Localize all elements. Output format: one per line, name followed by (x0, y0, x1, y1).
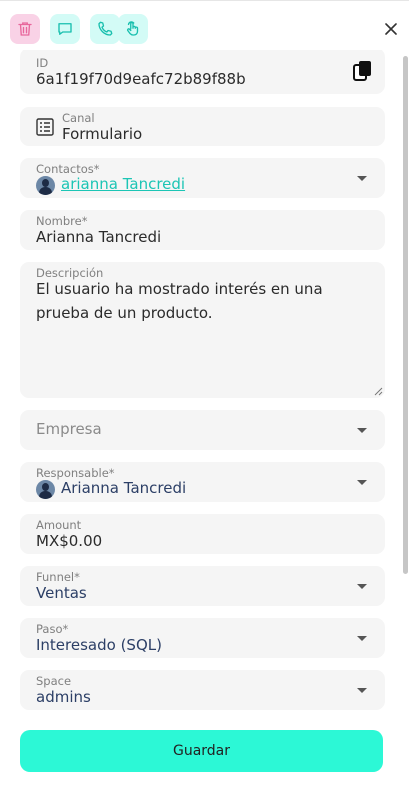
comment-button[interactable] (50, 14, 80, 44)
chevron-down-icon (357, 176, 367, 181)
form-list-icon (36, 118, 54, 136)
nombre-label: Nombre* (36, 214, 88, 228)
paso-value: Interesado (SQL) (36, 636, 162, 654)
save-button[interactable]: Guardar (20, 730, 383, 772)
space-label: Space (36, 674, 72, 688)
amount-label: Amount (36, 518, 82, 532)
space-select[interactable]: Space admins (20, 670, 385, 710)
visit-button[interactable] (118, 14, 148, 44)
delete-button[interactable] (10, 14, 40, 44)
responsable-value: Arianna Tancredi (61, 479, 187, 497)
space-value: admins (36, 688, 91, 706)
call-button[interactable] (90, 14, 120, 44)
descripcion-textarea[interactable]: Descripción El usuario ha mostrado inter… (20, 262, 385, 398)
responsable-select[interactable]: Responsable* Arianna Tancredi (20, 462, 385, 502)
canal-value: Formulario (62, 125, 143, 143)
phone-icon (98, 21, 113, 36)
amount-field[interactable]: Amount MX$0.00 (20, 514, 385, 554)
close-button[interactable] (380, 18, 402, 40)
scrollbar[interactable] (403, 56, 408, 574)
descripcion-line-1: El usuario ha mostrado interés en una (36, 280, 323, 298)
funnel-value: Ventas (36, 584, 87, 602)
responsable-avatar (36, 480, 55, 499)
nombre-value: Arianna Tancredi (36, 228, 162, 246)
form-scroll-area[interactable]: ID 6a1f19f70d9eafc72b89f88b Canal Formul… (0, 50, 409, 710)
empresa-placeholder: Empresa (36, 420, 102, 438)
descripcion-label: Descripción (36, 266, 104, 280)
empresa-select[interactable]: Empresa (20, 410, 385, 450)
paso-label: Paso* (36, 622, 69, 636)
funnel-select[interactable]: Funnel* Ventas (20, 566, 385, 606)
top-divider (0, 0, 409, 5)
trash-icon (18, 22, 32, 36)
hand-pointer-icon (126, 21, 139, 36)
copy-icon (353, 61, 371, 81)
contactos-select[interactable]: Contactos* arianna Tancredi (20, 158, 385, 198)
contact-link[interactable]: arianna Tancredi (61, 175, 185, 193)
chevron-down-icon (357, 480, 367, 485)
chevron-down-icon (357, 636, 367, 641)
chevron-down-icon (357, 428, 367, 433)
resize-handle-icon[interactable] (373, 386, 383, 396)
nombre-field[interactable]: Nombre* Arianna Tancredi (20, 210, 385, 250)
id-field: ID 6a1f19f70d9eafc72b89f88b (20, 50, 385, 94)
canal-field: Canal Formulario (20, 107, 385, 146)
contactos-label: Contactos* (36, 162, 100, 176)
funnel-label: Funnel* (36, 570, 80, 584)
paso-select[interactable]: Paso* Interesado (SQL) (20, 618, 385, 658)
close-icon (385, 23, 397, 35)
responsable-label: Responsable* (36, 466, 115, 480)
chevron-down-icon (357, 584, 367, 589)
id-value: 6a1f19f70d9eafc72b89f88b (36, 70, 246, 88)
action-toolbar (10, 14, 148, 44)
copy-id-button[interactable] (352, 59, 374, 83)
chevron-down-icon (357, 688, 367, 693)
chat-icon (58, 23, 72, 35)
id-label: ID (36, 56, 49, 70)
contact-avatar (36, 176, 55, 195)
amount-value: MX$0.00 (36, 532, 103, 550)
descripcion-line-2: prueba de un producto. (36, 304, 213, 322)
canal-label: Canal (62, 111, 95, 125)
